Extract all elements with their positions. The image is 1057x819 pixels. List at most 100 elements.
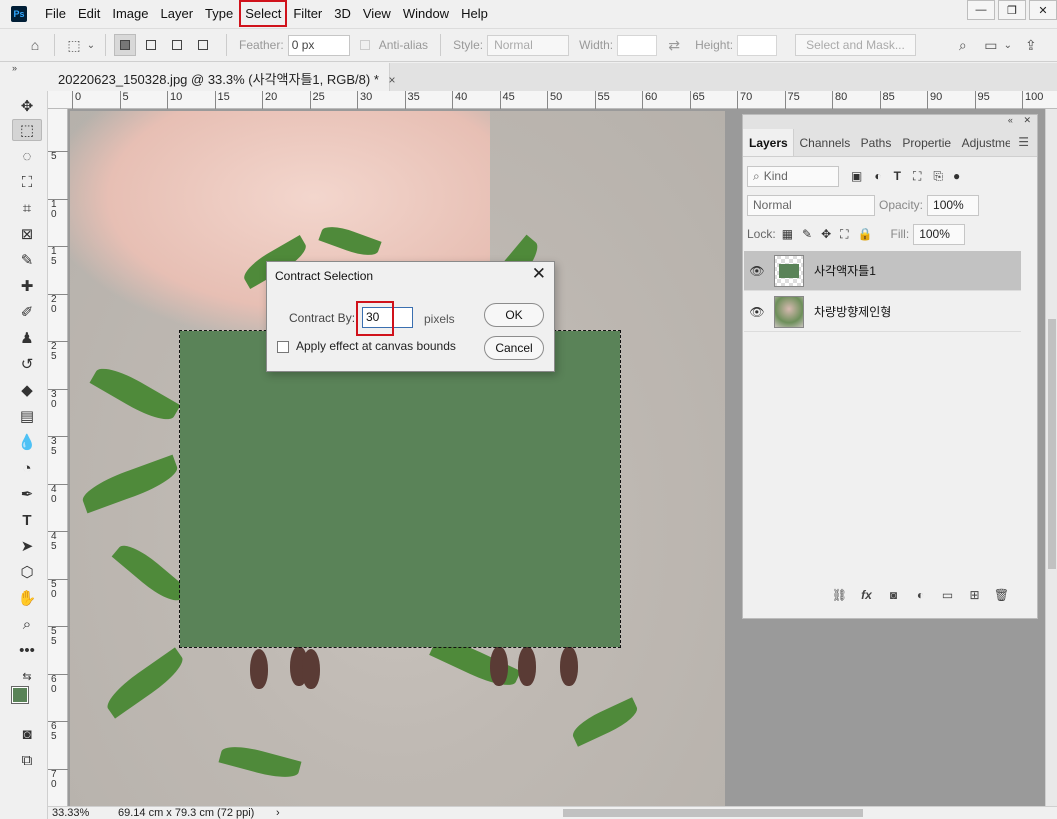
zoom-tool-icon[interactable]: ⌕ [12,613,42,635]
more-tools-icon[interactable]: ••• [12,639,42,661]
frame-tool-icon[interactable]: ⊠ [12,223,42,245]
panel-close-icon[interactable]: ✕ [1023,115,1031,125]
pen-tool-icon[interactable]: ✒ [12,483,42,505]
type-filter-icon[interactable]: T [894,169,901,183]
panel-menu-icon[interactable]: ☰ [1010,129,1037,156]
menu-select[interactable]: Select [239,0,288,27]
object-selection-tool-icon[interactable]: ⛶ [12,171,42,193]
quick-mask-icon[interactable]: ◙ [12,723,42,745]
lock-artboard-icon[interactable]: ⛶ [840,227,848,242]
layer-row[interactable]: 👁 사각액자틀1 [744,251,1021,291]
restore-button[interactable]: ❐ [998,0,1026,20]
menu-filter[interactable]: Filter [287,0,328,27]
history-brush-tool-icon[interactable]: ↺ [12,353,42,375]
chevron-down-icon[interactable]: ⌄ [85,34,97,56]
menu-help[interactable]: Help [455,0,494,27]
shape-tool-icon[interactable]: ⬡ [12,561,42,583]
swap-colors-icon[interactable]: ⇆ [12,665,42,687]
blur-tool-icon[interactable]: 💧 [12,431,42,453]
menu-window[interactable]: Window [397,0,455,27]
eyedropper-tool-icon[interactable]: ✎ [12,249,42,271]
tab-properties[interactable]: Propertie [896,129,955,156]
add-to-selection-button[interactable] [140,34,162,56]
lock-image-icon[interactable]: ✎ [802,227,812,241]
rectangular-marquee-tool-icon[interactable]: ⬚ [12,119,42,141]
vertical-scrollbar[interactable] [1045,109,1057,806]
delete-layer-trash-icon[interactable]: 🗑 [988,588,1015,602]
minimize-button[interactable]: — [967,0,995,20]
pixel-filter-icon[interactable]: ▣ [851,169,862,183]
eye-icon[interactable]: 👁 [744,264,770,278]
menu-view[interactable]: View [357,0,397,27]
lock-all-icon[interactable]: 🔒 [858,227,873,241]
add-mask-icon[interactable]: ◙ [880,588,907,602]
vertical-scrollbar-thumb[interactable] [1048,319,1056,569]
width-input[interactable] [617,34,658,56]
apply-canvas-bounds-checkbox[interactable] [277,341,289,353]
crop-tool-icon[interactable]: ⌗ [12,197,42,219]
fill-input[interactable]: 100% [913,223,966,245]
lock-position-icon[interactable]: ✥ [821,227,831,241]
height-input[interactable] [737,34,778,56]
move-tool-icon[interactable]: ✥ [12,95,42,117]
new-selection-button[interactable] [114,34,136,56]
intersect-selection-button[interactable] [192,34,214,56]
style-select[interactable]: Normal [487,34,570,56]
selected-green-rectangle[interactable] [179,330,621,648]
menu-image[interactable]: Image [106,0,154,27]
close-window-button[interactable]: ✕ [1029,0,1057,20]
tab-adjustments[interactable]: Adjustme [956,129,1011,156]
anti-alias-checkbox[interactable] [359,40,370,50]
menu-layer[interactable]: Layer [155,0,200,27]
smart-object-filter-icon[interactable]: ⎘ [933,169,943,184]
menu-3d[interactable]: 3D [328,0,357,27]
gradient-tool-icon[interactable]: ▤ [12,405,42,427]
tab-channels[interactable]: Channels [794,129,855,156]
filter-toggle-icon[interactable]: ● [953,169,960,183]
menu-edit[interactable]: Edit [72,0,106,27]
link-layers-icon[interactable]: ⛓ [826,588,853,602]
ok-button[interactable]: OK [484,303,544,327]
tab-paths[interactable]: Paths [855,129,897,156]
home-icon[interactable]: ⌂ [24,34,46,56]
layer-row[interactable]: 👁 차량방향제인형 [744,292,1021,332]
document-tab[interactable]: 20220623_150328.jpg @ 33.3% (사각액자틀1, RGB… [48,63,396,91]
brush-tool-icon[interactable]: ✐ [12,301,42,323]
shape-filter-icon[interactable]: ⛶ [913,169,921,184]
menu-type[interactable]: Type [199,0,239,27]
horizontal-scrollbar-thumb[interactable] [563,809,863,817]
dodge-tool-icon[interactable]: ◔ [12,457,42,479]
swap-icon[interactable]: ⇄ [663,34,685,56]
subtract-from-selection-button[interactable] [166,34,188,56]
share-icon[interactable]: ⇪ [1020,34,1042,56]
menu-file[interactable]: File [39,0,72,27]
search-icon[interactable]: ⌕ [952,34,974,56]
opacity-input[interactable]: 100% [927,194,980,216]
toolbar-collapse-icon[interactable]: » [0,63,48,75]
hand-tool-icon[interactable]: ✋ [12,587,42,609]
workspace-icon[interactable]: ▭ [980,34,1002,56]
path-selection-tool-icon[interactable]: ➤ [12,535,42,557]
kind-filter-select[interactable]: ⌕ Kind [747,165,839,187]
blend-mode-select[interactable]: Normal [747,194,875,216]
eraser-tool-icon[interactable]: ◆ [12,379,42,401]
eye-icon[interactable]: 👁 [744,305,770,319]
layer-style-fx-icon[interactable]: fx [853,588,880,602]
chevron-down-icon[interactable]: ⌄ [1002,34,1014,56]
new-group-folder-icon[interactable]: ▭ [934,588,961,602]
healing-brush-tool-icon[interactable]: ✚ [12,275,42,297]
clone-stamp-tool-icon[interactable]: ♟ [12,327,42,349]
cancel-button[interactable]: Cancel [484,336,544,360]
select-and-mask-button[interactable]: Select and Mask... [795,34,916,56]
feather-input[interactable]: 0 px [287,34,350,56]
screen-mode-icon[interactable]: ⧉ [12,749,42,771]
type-tool-icon[interactable]: T [12,509,42,531]
status-menu-arrow-icon[interactable]: › [276,807,280,819]
close-tab-icon[interactable]: × [389,73,396,87]
new-layer-icon[interactable]: ⊞ [961,588,988,602]
adjustment-layer-icon[interactable]: ◐ [907,588,934,602]
foreground-color-swatch[interactable] [11,686,29,704]
adjustment-filter-icon[interactable]: ◐ [874,169,881,183]
lasso-tool-icon[interactable]: ◌ [12,145,42,167]
dialog-close-icon[interactable]: ✕ [532,264,546,284]
